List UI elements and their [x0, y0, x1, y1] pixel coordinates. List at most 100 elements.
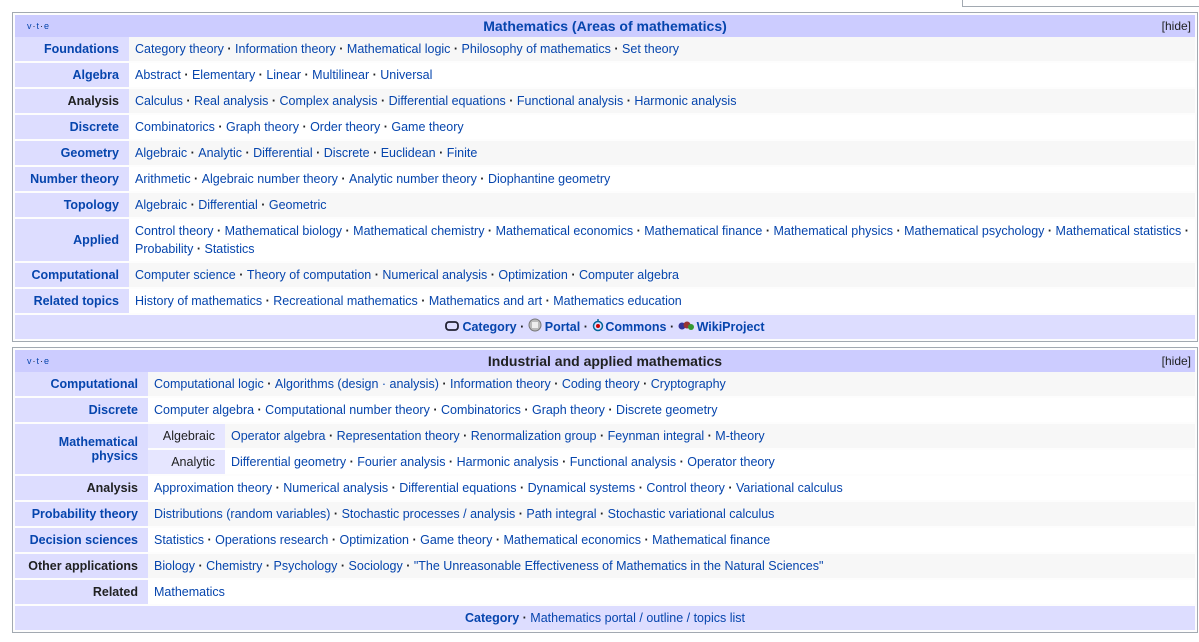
list-item-link[interactable]: Game theory: [380, 120, 463, 134]
edit-link[interactable]: e: [44, 356, 50, 366]
list-item-link[interactable]: Sociology: [337, 559, 402, 573]
group-label[interactable]: Discrete: [15, 398, 148, 422]
list-item-link[interactable]: Differential equations: [377, 94, 505, 108]
list-item-link[interactable]: M-theory: [704, 429, 764, 443]
list-item-link[interactable]: Mathematical statistics: [1044, 224, 1181, 238]
list-item-link[interactable]: Information theory: [224, 42, 336, 56]
list-item-link[interactable]: Mathematical logic: [336, 42, 451, 56]
list-item-link[interactable]: Diophantine geometry: [477, 172, 610, 186]
group-label[interactable]: Number theory: [15, 167, 129, 191]
list-item-link[interactable]: Functional analysis: [506, 94, 623, 108]
list-item-link[interactable]: Algorithms (design · analysis): [264, 377, 439, 391]
list-item-link[interactable]: Control theory: [635, 481, 725, 495]
list-item-link[interactable]: Analytic: [187, 146, 242, 160]
list-item-link[interactable]: Feynman integral: [597, 429, 705, 443]
group-label[interactable]: Mathematical physics: [15, 424, 148, 474]
list-item-link[interactable]: Harmonic analysis: [445, 455, 558, 469]
list-item-link[interactable]: Differential geometry: [231, 455, 346, 469]
list-item-link[interactable]: Representation theory: [326, 429, 460, 443]
list-item-link[interactable]: Mathematical physics: [762, 224, 893, 238]
list-item-link[interactable]: Differential: [187, 198, 258, 212]
list-item-link[interactable]: History of mathematics: [135, 294, 262, 308]
category-link[interactable]: Category: [462, 320, 516, 334]
list-item-link[interactable]: Graph theory: [215, 120, 299, 134]
list-item-link[interactable]: Operator theory: [676, 455, 775, 469]
list-item-link[interactable]: Combinatorics: [135, 120, 215, 134]
list-item-link[interactable]: Theory of computation: [236, 268, 371, 282]
list-item-link[interactable]: Operator algebra: [231, 429, 326, 443]
list-item-link[interactable]: Order theory: [299, 120, 380, 134]
list-item-link[interactable]: Calculus: [135, 94, 183, 108]
list-item-link[interactable]: Stochastic processes / analysis: [330, 507, 515, 521]
list-item-link[interactable]: Differential equations: [388, 481, 516, 495]
list-item-link[interactable]: Computer algebra: [568, 268, 679, 282]
list-item-link[interactable]: Mathematical finance: [633, 224, 762, 238]
group-label[interactable]: Probability theory: [15, 502, 148, 526]
list-item-link[interactable]: Algebraic number theory: [191, 172, 338, 186]
list-item-link[interactable]: Algebraic: [135, 198, 187, 212]
list-item-link[interactable]: Information theory: [439, 377, 551, 391]
group-label[interactable]: Geometry: [15, 141, 129, 165]
list-item-link[interactable]: Mathematical finance: [641, 533, 770, 547]
category-link[interactable]: Category: [465, 611, 519, 625]
list-item-link[interactable]: Mathematical economics: [492, 533, 641, 547]
list-item-link[interactable]: Arithmetic: [135, 172, 191, 186]
commons-link[interactable]: Commons: [605, 320, 666, 334]
list-item-link[interactable]: Control theory: [135, 224, 214, 238]
list-item-link[interactable]: Stochastic variational calculus: [597, 507, 775, 521]
list-item-link[interactable]: Multilinear: [301, 68, 369, 82]
list-item-link[interactable]: Statistics: [193, 242, 254, 256]
list-item-link[interactable]: Fourier analysis: [346, 455, 445, 469]
list-item-link[interactable]: Functional analysis: [559, 455, 676, 469]
list-item-link[interactable]: Elementary: [181, 68, 255, 82]
list-item-link[interactable]: Recreational mathematics: [262, 294, 418, 308]
list-item-link[interactable]: Operations research: [204, 533, 328, 547]
list-item-link[interactable]: Differential: [242, 146, 313, 160]
list-item-link[interactable]: Optimization: [487, 268, 568, 282]
group-label[interactable]: Applied: [15, 219, 129, 261]
list-item-link[interactable]: Discrete: [313, 146, 370, 160]
list-item-link[interactable]: Cryptography: [640, 377, 726, 391]
list-item-link[interactable]: Game theory: [409, 533, 492, 547]
list-item-link[interactable]: Real analysis: [183, 94, 268, 108]
list-item-link[interactable]: Finite: [436, 146, 478, 160]
list-item-link[interactable]: Chemistry: [195, 559, 262, 573]
list-item-link[interactable]: Computational number theory: [254, 403, 430, 417]
edit-link[interactable]: e: [44, 21, 50, 31]
hide-toggle[interactable]: [hide]: [1162, 15, 1191, 37]
list-item-link[interactable]: Distributions (random variables): [154, 507, 330, 521]
group-label[interactable]: Computational: [15, 263, 129, 287]
list-item-link[interactable]: Harmonic analysis: [623, 94, 736, 108]
list-item-link[interactable]: "The Unreasonable Effectiveness of Mathe…: [403, 559, 824, 573]
list-item-link[interactable]: Computer science: [135, 268, 236, 282]
list-item-link[interactable]: Mathematical chemistry: [342, 224, 484, 238]
list-item-link[interactable]: Variational calculus: [725, 481, 843, 495]
hide-toggle[interactable]: [hide]: [1162, 350, 1191, 372]
list-item-link[interactable]: Statistics: [154, 533, 204, 547]
list-item-link[interactable]: Combinatorics: [430, 403, 521, 417]
list-item-link[interactable]: Mathematical biology: [214, 224, 343, 238]
list-item-link[interactable]: Mathematical psychology: [893, 224, 1044, 238]
portal-outline-link[interactable]: Mathematics portal / outline / topics li…: [530, 611, 745, 625]
list-item-link[interactable]: Analytic number theory: [338, 172, 477, 186]
list-item-link[interactable]: Numerical analysis: [371, 268, 487, 282]
list-item-link[interactable]: Numerical analysis: [272, 481, 388, 495]
list-item-link[interactable]: Universal: [369, 68, 432, 82]
list-item-link[interactable]: Mathematics education: [542, 294, 682, 308]
wikiproject-link[interactable]: WikiProject: [697, 320, 765, 334]
list-item-link[interactable]: Mathematics: [154, 585, 225, 599]
list-item-link[interactable]: Biology: [154, 559, 195, 573]
list-item-link[interactable]: Mathematics and art: [418, 294, 542, 308]
list-item-link[interactable]: Computational logic: [154, 377, 264, 391]
list-item-link[interactable]: Philosophy of mathematics: [450, 42, 611, 56]
group-label[interactable]: Decision sciences: [15, 528, 148, 552]
list-item-link[interactable]: Algebraic: [135, 146, 187, 160]
list-item-link[interactable]: Mathematical economics: [484, 224, 633, 238]
list-item-link[interactable]: Discrete geometry: [605, 403, 718, 417]
title-mathematics-link[interactable]: Mathematics: [483, 18, 568, 34]
list-item-link[interactable]: Category theory: [135, 42, 224, 56]
list-item-link[interactable]: Optimization: [328, 533, 409, 547]
group-label[interactable]: Algebra: [15, 63, 129, 87]
list-item-link[interactable]: Linear: [255, 68, 301, 82]
list-item-link[interactable]: Geometric: [258, 198, 327, 212]
